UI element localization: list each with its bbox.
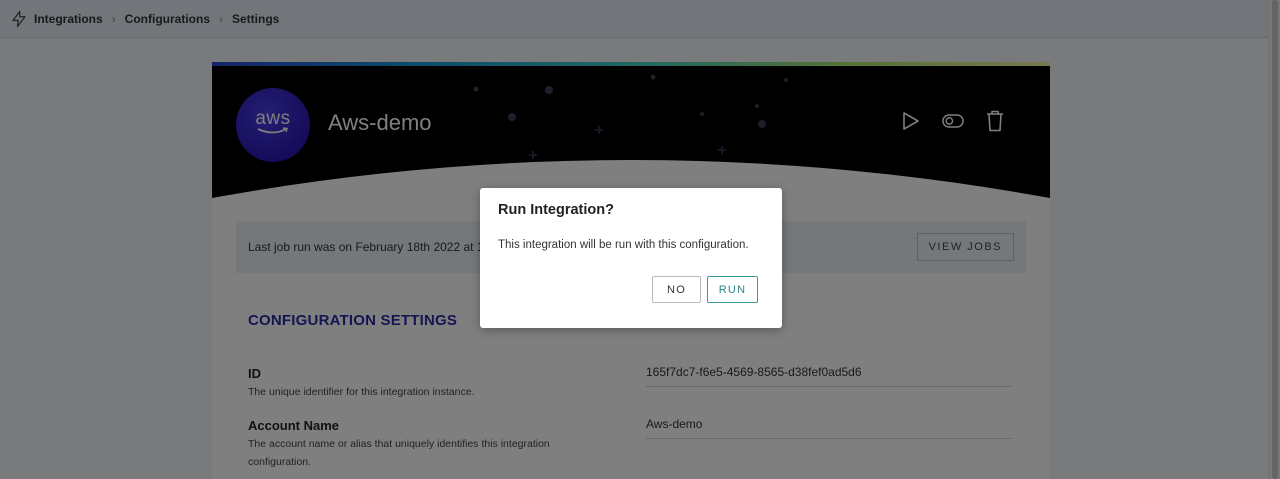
- no-button[interactable]: NO: [652, 276, 701, 303]
- dialog-message: This integration will be run with this c…: [498, 239, 749, 251]
- run-button[interactable]: RUN: [707, 276, 758, 303]
- run-integration-dialog: Run Integration? This integration will b…: [480, 188, 782, 328]
- dialog-title: Run Integration?: [498, 202, 614, 218]
